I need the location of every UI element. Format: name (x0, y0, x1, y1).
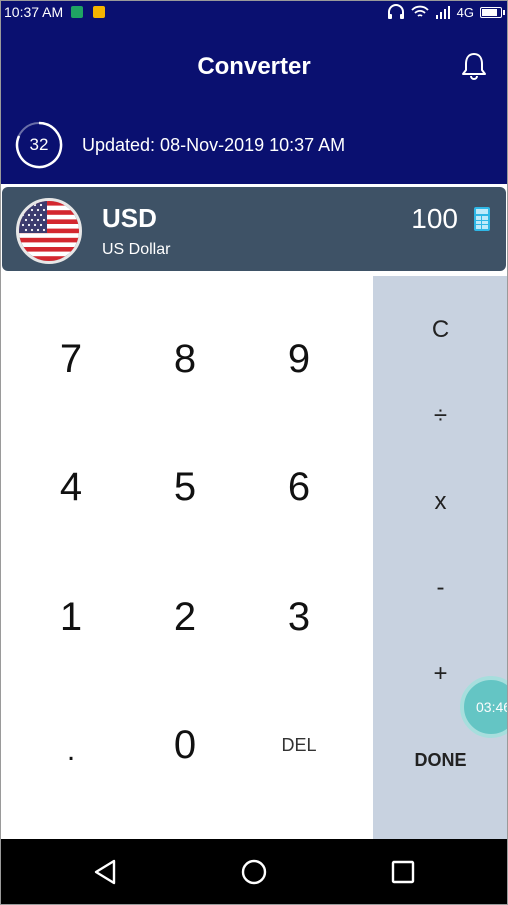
bell-icon[interactable] (460, 51, 488, 81)
divide-button[interactable]: ÷ (373, 374, 508, 458)
update-status: 32 Updated: 08-Nov-2019 10:37 AM (14, 121, 345, 169)
key-5[interactable]: 5 (128, 422, 242, 552)
signal-icon (435, 6, 450, 19)
status-time: 10:37 AM (4, 4, 64, 20)
operator-panel: C ÷ x - + DONE (373, 276, 508, 839)
meet-icon (71, 6, 84, 18)
delete-button[interactable]: DEL (242, 680, 356, 810)
calculator-icon[interactable] (474, 207, 490, 231)
refresh-countdown[interactable]: 32 (14, 120, 64, 170)
currency-code: USD (102, 203, 157, 233)
key-0[interactable]: 0 (128, 680, 242, 810)
key-8[interactable]: 8 (128, 294, 242, 424)
key-3[interactable]: 3 (242, 552, 356, 682)
wifi-icon (411, 5, 429, 17)
recents-icon[interactable] (388, 857, 418, 887)
currency-card[interactable]: USD US Dollar 100 (2, 187, 506, 271)
refresh-countdown-value: 32 (29, 135, 49, 154)
system-nav-bar (0, 839, 508, 905)
updated-timestamp: Updated: 08-Nov-2019 10:37 AM (82, 134, 346, 155)
key-4[interactable]: 4 (14, 422, 128, 552)
key-1[interactable]: 1 (14, 552, 128, 682)
multiply-button[interactable]: x (373, 460, 508, 544)
key-9[interactable]: 9 (242, 294, 356, 424)
headset-icon (387, 4, 404, 19)
app-header: Converter 32 Updated: 08-Nov-2019 10:37 … (0, 24, 508, 184)
note-icon (93, 6, 106, 18)
key-decimal[interactable]: . (14, 686, 128, 816)
number-keypad: 7 8 9 4 5 6 1 2 3 . 0 DEL (0, 276, 373, 839)
us-flag-icon (16, 198, 82, 264)
key-2[interactable]: 2 (128, 552, 242, 682)
clear-button[interactable]: C (373, 288, 508, 372)
amount-value[interactable]: 100 (411, 203, 458, 235)
status-bar: 10:37 AM 4G (0, 0, 508, 24)
key-7[interactable]: 7 (14, 294, 128, 424)
battery-icon (480, 6, 505, 18)
subtract-button[interactable]: - (373, 546, 508, 630)
back-icon[interactable] (90, 857, 120, 887)
key-6[interactable]: 6 (242, 422, 356, 552)
currency-name: US Dollar (102, 241, 171, 258)
network-type: 4G (456, 4, 474, 20)
page-title: Converter (197, 53, 311, 80)
home-icon[interactable] (239, 857, 269, 887)
